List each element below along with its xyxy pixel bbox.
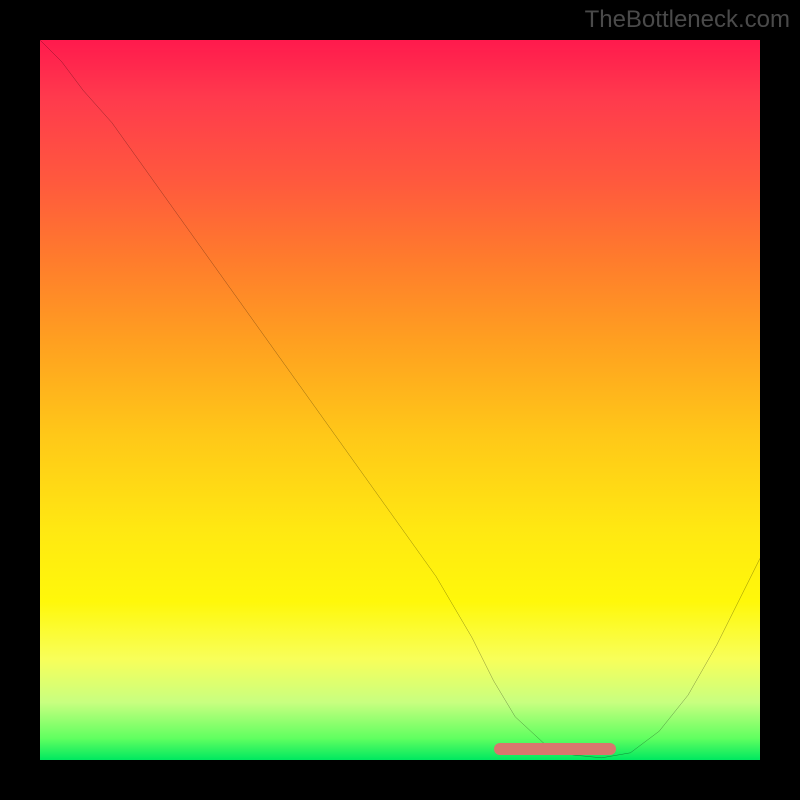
bottleneck-curve-line xyxy=(40,40,760,758)
chart-plot-area xyxy=(40,40,760,760)
watermark-text: TheBottleneck.com xyxy=(585,6,790,34)
curve-svg xyxy=(40,40,760,760)
optimal-range-highlight xyxy=(494,743,616,755)
